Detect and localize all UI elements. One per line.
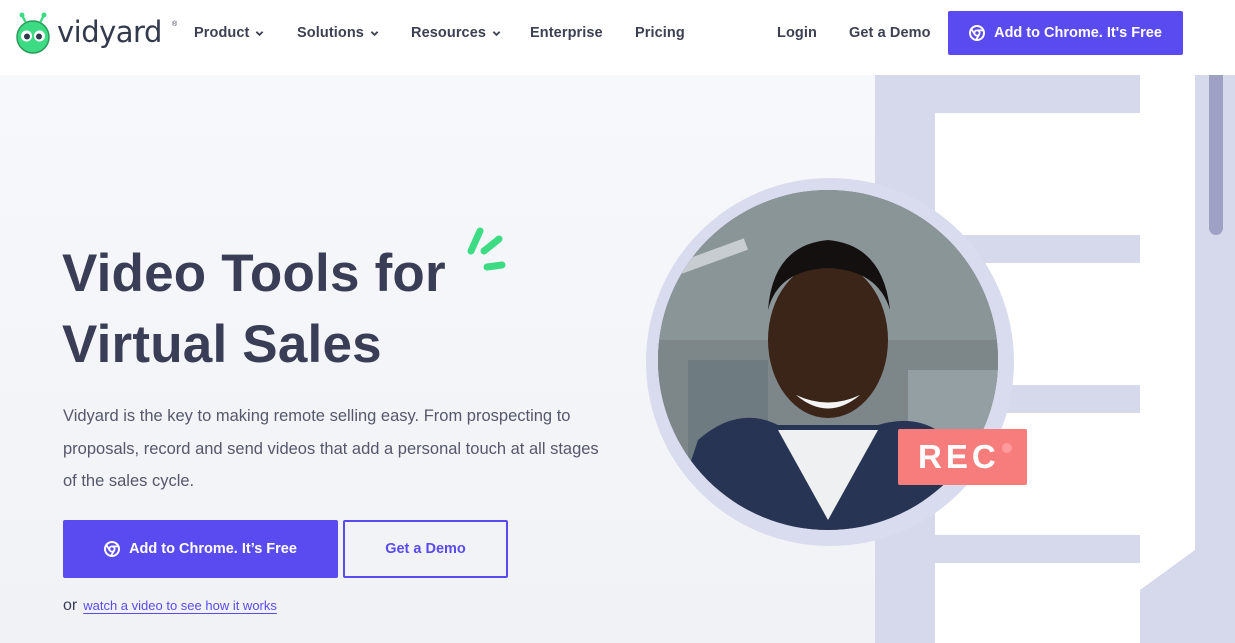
nav-solutions-label: Solutions [297,25,364,41]
get-demo-label: Get a Demo [385,541,466,557]
hero-title-line2: Virtual Sales [62,315,382,374]
record-dot-icon [1002,443,1012,453]
decorative-card [935,563,1141,643]
nav-cta-label: Add to Chrome. It's Free [994,25,1162,41]
scrollbar-thumb[interactable] [1209,75,1223,235]
top-navigation: vidyard ® Product Solutions Resources En… [0,0,1235,75]
nav-product[interactable]: Product [194,25,264,41]
chevron-down-icon [492,30,501,36]
chrome-icon [969,25,986,41]
get-demo-button[interactable]: Get a Demo [343,520,508,578]
nav-pricing[interactable]: Pricing [635,25,685,41]
nav-login[interactable]: Login [777,25,817,41]
brand-name: vidyard [57,15,162,49]
chevron-down-icon [256,30,264,36]
decorative-card [935,113,1141,235]
rec-label: REC [918,438,1000,475]
video-link-line: or watch a video to see how it works [63,597,277,615]
nav-resources-label: Resources [411,25,487,41]
chrome-icon [104,541,121,557]
nav-enterprise-label: Enterprise [530,25,603,41]
nav-enterprise[interactable]: Enterprise [530,25,603,41]
nav-get-demo[interactable]: Get a Demo [849,25,931,41]
registered-mark: ® [172,21,178,28]
or-text: or [63,597,78,614]
rec-badge: REC [898,429,1027,485]
nav-get-demo-label: Get a Demo [849,25,931,41]
add-to-chrome-button[interactable]: Add to Chrome. It’s Free [63,520,338,578]
sparkle-icon [467,227,506,271]
vidyard-mascot-icon [16,12,50,54]
watch-video-link[interactable]: watch a video to see how it works [83,598,277,613]
nav-add-to-chrome-button[interactable]: Add to Chrome. It's Free [948,11,1183,55]
vidyard-logo[interactable]: vidyard ® [12,12,177,54]
chevron-down-icon [370,30,379,36]
nav-solutions[interactable]: Solutions [297,25,379,41]
nav-login-label: Login [777,25,817,41]
nav-resources[interactable]: Resources [411,25,501,41]
add-to-chrome-label: Add to Chrome. It’s Free [129,541,297,557]
nav-pricing-label: Pricing [635,25,685,41]
hero-description: Vidyard is the key to making remote sell… [63,407,599,490]
nav-product-label: Product [194,25,250,41]
